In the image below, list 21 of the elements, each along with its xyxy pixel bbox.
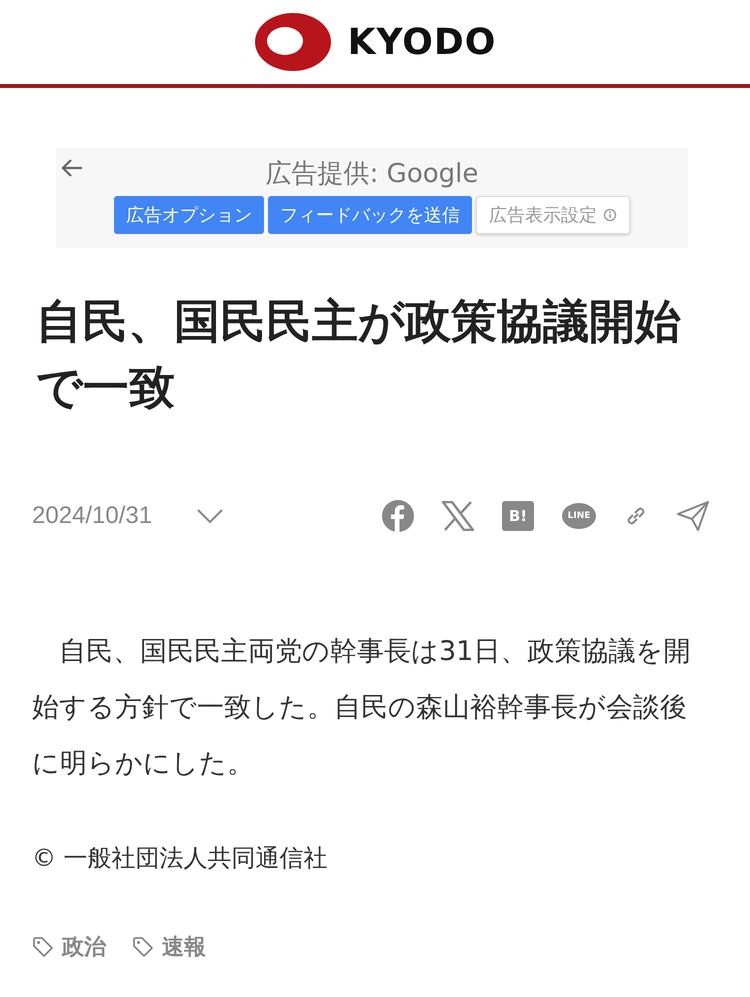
logo-text: KYODO: [348, 22, 496, 62]
copyright-text: © 一般社団法人共同通信社: [32, 843, 329, 874]
tag-icon: [132, 936, 154, 958]
x-logo-icon[interactable]: [442, 501, 474, 531]
ad-option-button[interactable]: 広告表示設定: [476, 196, 630, 234]
article-date: 2024/10/31: [32, 502, 152, 530]
ad-option-button[interactable]: 広告オプション: [114, 196, 264, 234]
article-body: 自民、国民民主両党の幹事長は31日、政策協議を開始する方針で一致した。自民の森山裕幹事長が会談後に明らかにした。: [32, 635, 692, 781]
tag-link[interactable]: 速報: [162, 932, 206, 962]
back-arrow-icon[interactable]: [60, 158, 84, 178]
tag-icon: [32, 936, 54, 958]
ad-option-button[interactable]: フィードバックを送信: [268, 196, 472, 234]
tag-link[interactable]: 政治: [62, 932, 106, 962]
chevron-down-icon[interactable]: [196, 508, 224, 524]
facebook-icon[interactable]: [382, 500, 414, 532]
ad-provider: 広告提供: Google: [266, 158, 478, 191]
send-icon[interactable]: [676, 500, 710, 532]
info-icon: [603, 208, 617, 222]
hatena-bookmark-icon[interactable]: B!: [502, 501, 534, 531]
article-title: 自民、国民民主が政策協議開始で一致: [36, 293, 682, 416]
logo-icon: [254, 12, 332, 72]
